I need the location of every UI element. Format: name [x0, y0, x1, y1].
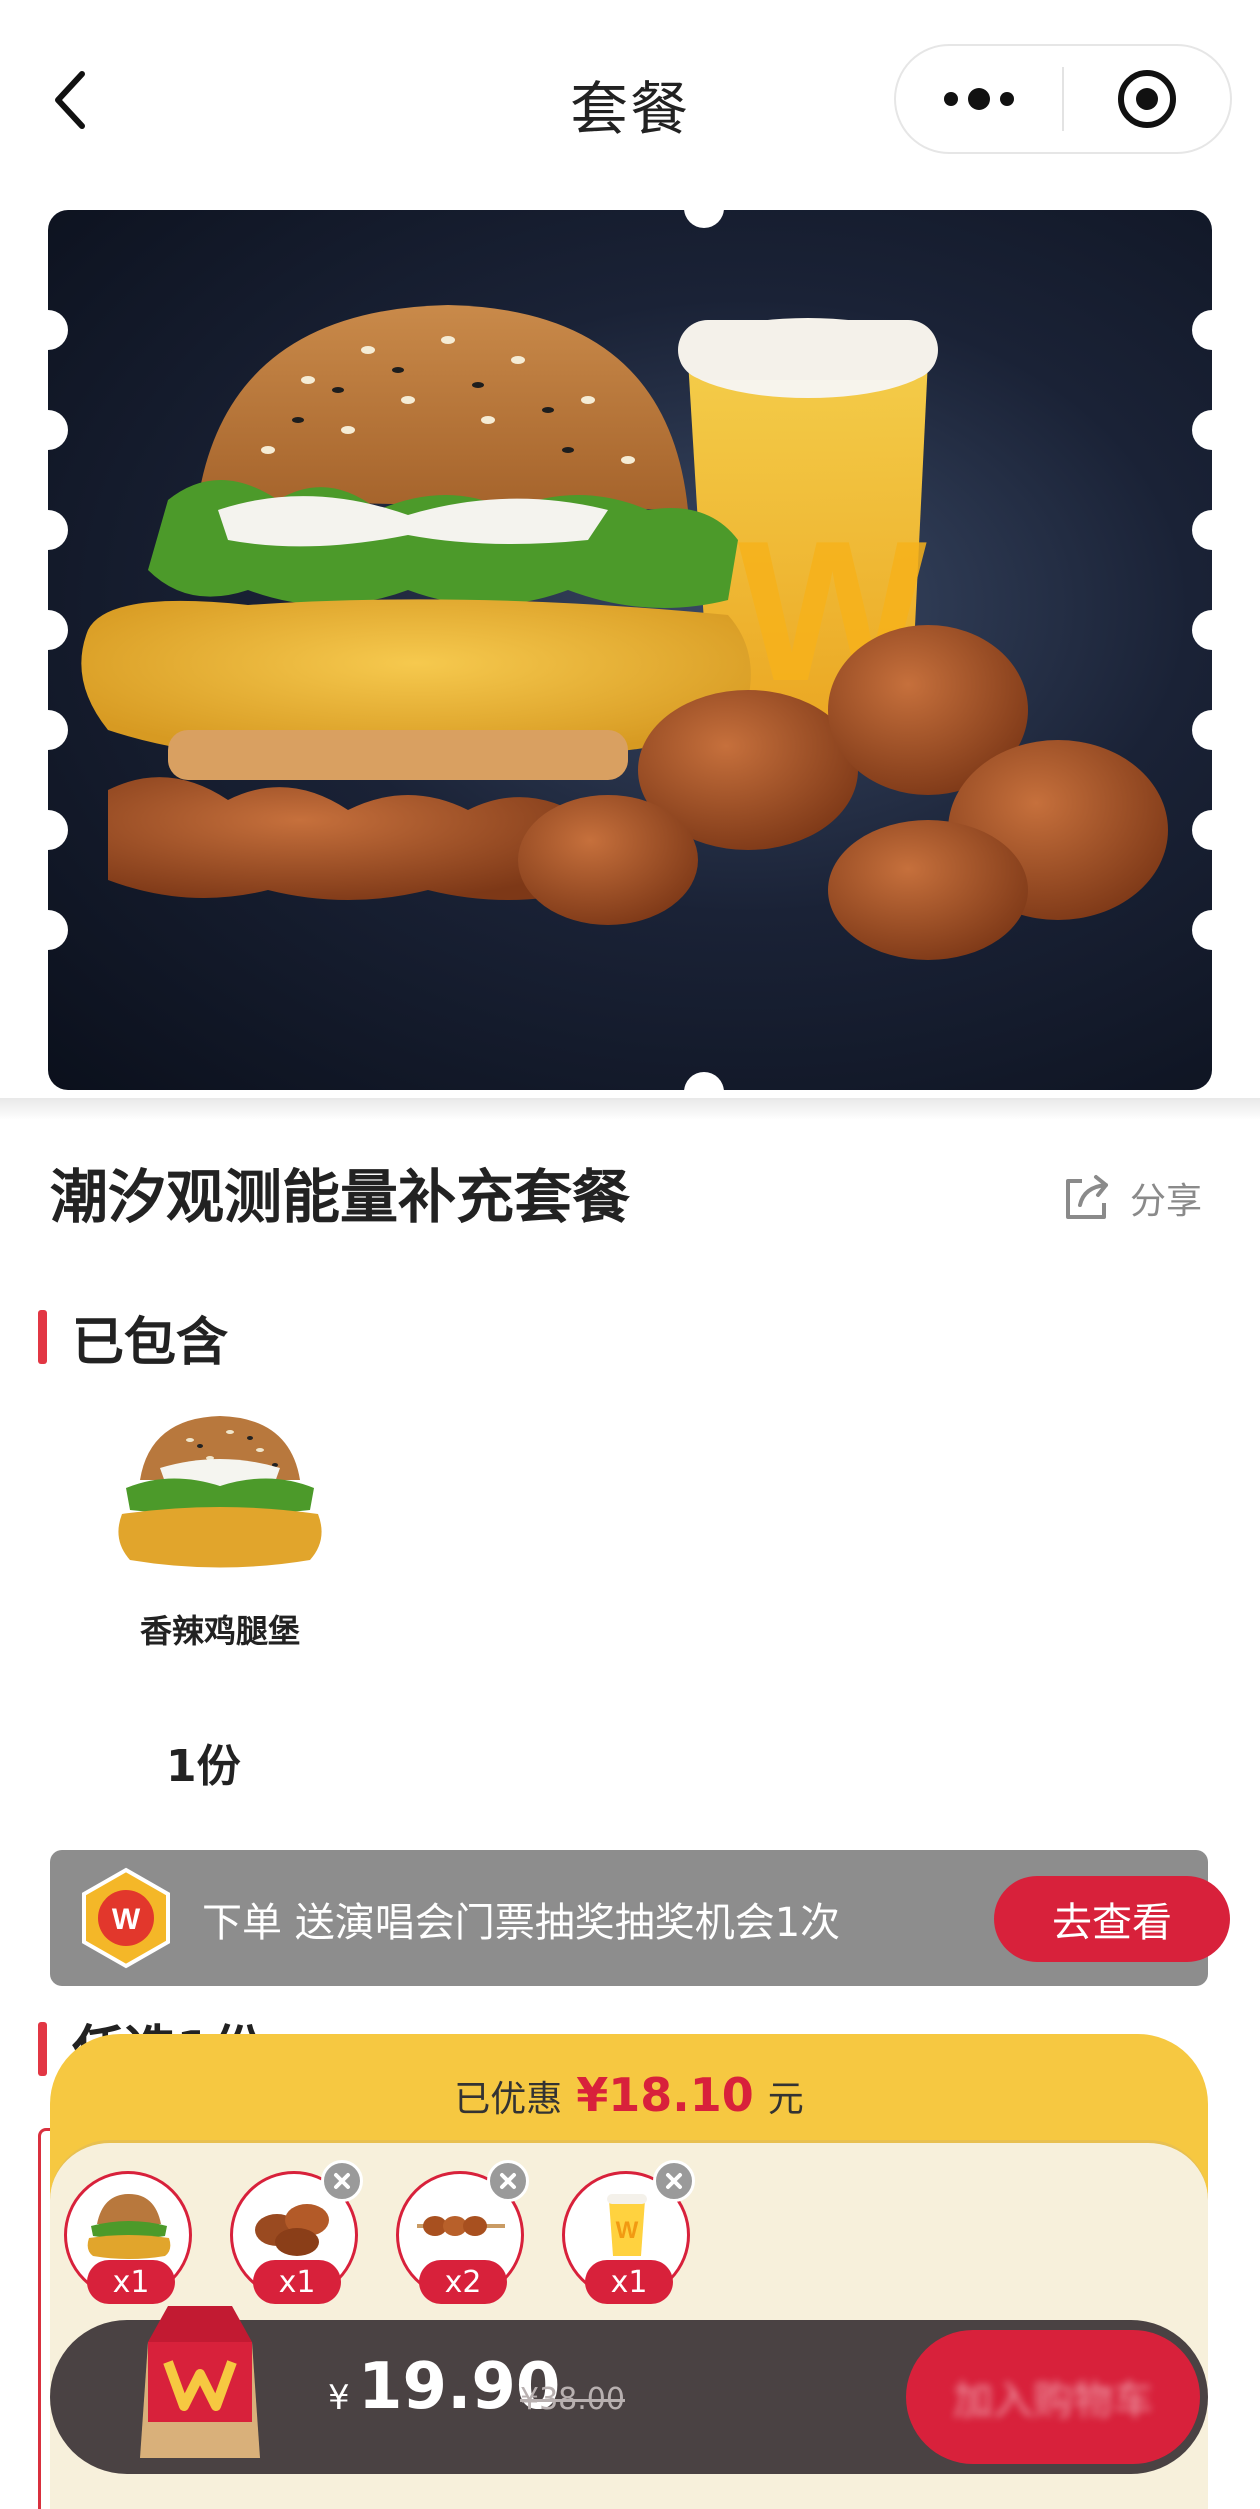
share-button[interactable]: 分享	[1062, 1172, 1202, 1224]
wings-thumb-icon	[255, 2204, 329, 2256]
target-circle-icon	[1117, 70, 1176, 128]
more-button[interactable]	[896, 46, 1062, 152]
cart-item-qty: x1	[585, 2260, 673, 2304]
remove-item-button[interactable]	[321, 2160, 363, 2202]
hero-section: W	[0, 200, 1260, 1120]
cart-item-wings[interactable]: x1	[230, 2160, 363, 2304]
svg-text:W: W	[112, 1903, 141, 1936]
close-mini-program-button[interactable]	[1064, 46, 1230, 152]
hero-divider-shadow	[0, 1098, 1260, 1120]
close-icon	[334, 2173, 350, 2189]
cart-item-qty: x1	[253, 2260, 341, 2304]
cart-item-burger[interactable]: x1	[64, 2171, 192, 2304]
included-item-quantity: 1份	[166, 1741, 241, 1792]
remove-item-button[interactable]	[653, 2160, 695, 2202]
mini-program-capsule	[894, 44, 1232, 154]
promo-view-button[interactable]: 去查看	[994, 1876, 1230, 1962]
product-hero-image: W	[48, 210, 1212, 1090]
drink-thumb-icon: W	[607, 2194, 647, 2256]
section-accent-bar	[38, 2022, 47, 2076]
original-price: ¥38.00	[520, 2382, 625, 2417]
cart-item-skewer[interactable]: x2	[396, 2160, 529, 2304]
combo-illustration: W	[81, 305, 1168, 960]
remove-item-button[interactable]	[487, 2160, 529, 2202]
cart-item-qty: x2	[419, 2260, 507, 2304]
discount-amount: ¥18.10	[576, 2068, 754, 2122]
included-item[interactable]	[100, 1410, 340, 1580]
skewer-thumb-icon	[417, 2216, 505, 2236]
share-icon	[1066, 1175, 1108, 1219]
included-item-name: 香辣鸡腿堡	[139, 1612, 300, 1650]
section-accent-bar	[38, 1310, 47, 1364]
shopping-bag-icon[interactable]	[128, 2302, 272, 2462]
cart-item-drink[interactable]: W x1	[562, 2160, 695, 2304]
close-icon	[500, 2173, 516, 2189]
discount-summary: 已优惠 ¥18.10 元	[50, 2068, 1208, 2122]
cart-item-qty: x1	[87, 2260, 175, 2304]
share-label: 分享	[1130, 1181, 1203, 1222]
svg-text:W: W	[616, 2217, 639, 2244]
burger-thumb-icon	[87, 2194, 171, 2259]
currency-symbol: ¥	[328, 2378, 350, 2418]
discount-label: 已优惠	[454, 2079, 563, 2120]
promo-text: 下单 送演唱会门票抽奖抽奖机会1次	[202, 1900, 841, 1946]
add-to-cart-button[interactable]: 加入购物车	[906, 2330, 1200, 2464]
more-dots-icon	[944, 88, 1014, 110]
spicy-chicken-burger-image	[118, 1416, 322, 1568]
close-icon	[666, 2173, 682, 2189]
included-section-title: 已包含	[72, 1313, 229, 1373]
checkout-bar: ¥ 19.90 ¥38.00 加入购物车	[50, 2306, 1208, 2474]
product-title: 潮汐观测能量补充套餐	[50, 1163, 631, 1231]
add-to-cart-label: 加入购物车	[953, 2378, 1153, 2424]
brand-badge-icon: W	[82, 1867, 170, 1969]
promo-banner: W 下单 送演唱会门票抽奖抽奖机会1次 去查看	[50, 1850, 1230, 1986]
discount-unit: 元	[767, 2079, 804, 2120]
nav-header: 套餐	[0, 0, 1260, 200]
